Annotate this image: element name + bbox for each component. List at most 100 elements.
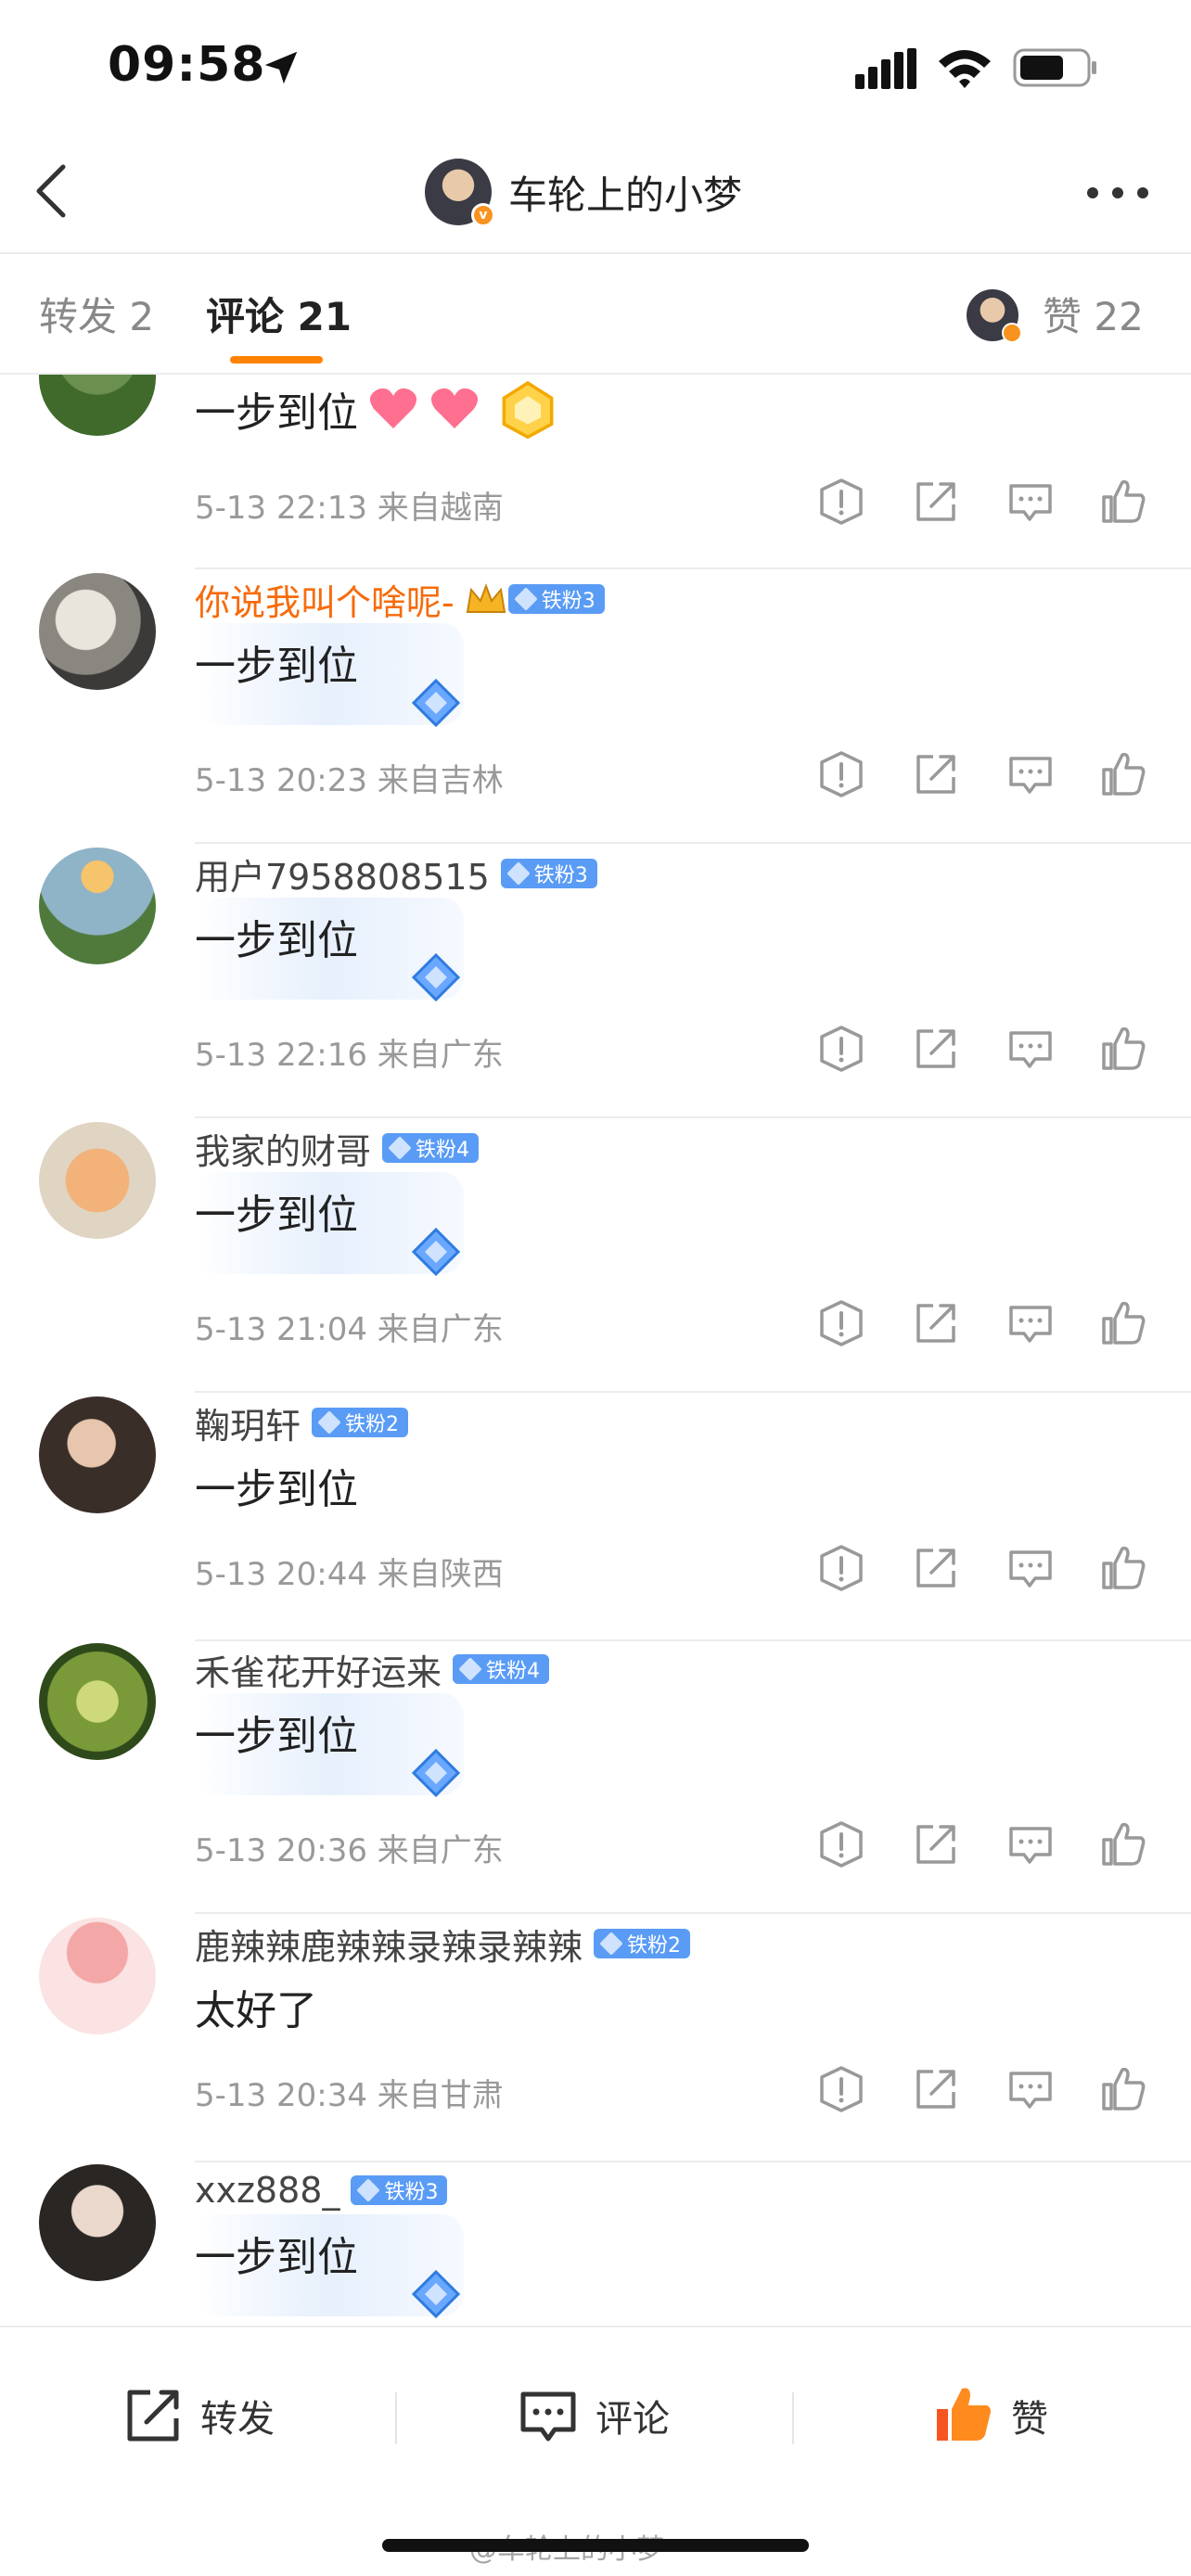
diamond-sticker-icon [411, 1748, 461, 1798]
comment-actions [816, 2064, 1150, 2120]
comment-list[interactable]: 一步到位 5-13 22:13 来自越南 你说我叫个啥呢- 铁粉3 一步到位 5… [0, 375, 1191, 2322]
diamond-icon [356, 2178, 381, 2202]
like-thumb-icon[interactable] [1098, 1024, 1148, 1074]
report-icon[interactable] [816, 749, 866, 799]
verified-badge-icon [1002, 323, 1022, 343]
report-icon[interactable] [816, 477, 866, 527]
like-thumb-icon[interactable] [1098, 1543, 1148, 1593]
divider [195, 842, 1191, 844]
reply-icon[interactable] [1005, 477, 1056, 527]
back-chevron-icon[interactable] [26, 161, 78, 221]
comment-header: 用户7958808515 铁粉3 [195, 848, 597, 899]
reply-icon[interactable] [1005, 1298, 1056, 1348]
home-indicator[interactable] [382, 2539, 809, 2552]
comment-username[interactable]: 我家的财哥 [195, 1123, 371, 1174]
diamond-sticker-icon [411, 678, 461, 728]
comment-header: 你说我叫个啥呢- 铁粉3 [195, 573, 605, 625]
reply-icon[interactable] [1005, 1543, 1056, 1593]
share-icon[interactable] [911, 477, 961, 527]
comment-username[interactable]: 你说我叫个啥呢- [195, 574, 455, 625]
share-icon[interactable] [911, 1543, 961, 1593]
repost-button[interactable]: 转发 [121, 2383, 275, 2448]
comment-username[interactable]: xxz888_ [195, 2170, 339, 2211]
share-icon[interactable] [911, 2064, 961, 2114]
comment-meta: 5-13 22:16 来自广东 [195, 1037, 504, 1074]
liker-avatar[interactable] [967, 289, 1022, 343]
like-thumb-icon[interactable] [1098, 2064, 1148, 2114]
page-title: 车轮上的小梦 [508, 172, 743, 218]
reply-icon[interactable] [1005, 1024, 1056, 1074]
comment-actions [816, 1298, 1150, 1354]
share-icon[interactable] [911, 749, 961, 799]
report-icon[interactable] [816, 1298, 866, 1348]
avatar[interactable] [39, 848, 156, 964]
share-icon[interactable] [911, 1819, 961, 1869]
avatar[interactable] [39, 1918, 156, 2034]
comment-icon [520, 2391, 576, 2442]
comment-content: 一步到位 [195, 632, 358, 692]
like-thumb-icon[interactable] [1098, 749, 1148, 799]
nav-title-group[interactable]: v 车轮上的小梦 [425, 156, 742, 228]
report-icon[interactable] [816, 1024, 866, 1074]
verified-badge-icon: v [471, 203, 495, 227]
report-icon[interactable] [816, 1543, 866, 1593]
heart-emoji-icon [430, 388, 479, 428]
fan-level-badge: 铁粉2 [594, 1929, 691, 1958]
like-thumb-icon[interactable] [1098, 477, 1148, 527]
diamond-sticker-icon [411, 952, 461, 1002]
comment-text: 一步到位 [195, 643, 358, 690]
avatar[interactable] [39, 1643, 156, 1760]
like-thumb-icon[interactable] [1098, 1819, 1148, 1869]
fan-level-badge: 铁粉3 [351, 2175, 448, 2205]
tab-like[interactable]: 赞 22 [1043, 286, 1144, 342]
comment-actions [816, 477, 1150, 532]
report-icon[interactable] [816, 2064, 866, 2114]
comment-text: 一步到位 [195, 1713, 358, 1760]
reply-icon[interactable] [1005, 1819, 1056, 1869]
avatar[interactable] [39, 375, 156, 436]
comment-text: 一步到位 [195, 917, 358, 964]
fan-level-badge: 铁粉4 [453, 1654, 550, 1684]
comment-content: 太好了 [195, 1977, 317, 2036]
report-icon[interactable] [816, 1819, 866, 1869]
avatar[interactable] [39, 1122, 156, 1239]
avatar[interactable] [39, 573, 156, 690]
like-button[interactable]: 赞 [931, 2383, 1048, 2448]
reply-icon[interactable] [1005, 2064, 1056, 2114]
like-thumb-icon[interactable] [1098, 1298, 1148, 1348]
fan-level-label: 铁粉3 [533, 864, 588, 887]
share-icon[interactable] [911, 1024, 961, 1074]
avatar[interactable] [39, 1396, 156, 1513]
reply-icon[interactable] [1005, 749, 1056, 799]
comment-text: 太好了 [195, 1987, 317, 2034]
like-filled-icon [937, 2388, 991, 2441]
comment-username[interactable]: 用户7958808515 [195, 848, 490, 899]
status-time: 09:58 [108, 37, 266, 93]
more-options-icon[interactable] [1085, 184, 1150, 202]
divider [395, 2392, 397, 2444]
diamond-sticker-icon [411, 2269, 461, 2319]
comment-actions [816, 1543, 1150, 1599]
divider [195, 1639, 1191, 1641]
comment-actions [816, 1024, 1150, 1079]
diamond-icon [513, 587, 538, 611]
avatar[interactable] [39, 2164, 156, 2281]
comment-button[interactable]: 评论 [516, 2383, 670, 2448]
crown-badge-icon [466, 583, 506, 613]
comment-header: 鞠玥轩 铁粉2 [195, 1396, 409, 1448]
diamond-icon [317, 1410, 341, 1435]
divider [195, 1116, 1191, 1118]
comment-username[interactable]: 禾雀花开好运来 [195, 1644, 442, 1695]
bottom-action-bar: 转发 评论 赞 @车轮上的小梦 [0, 2326, 1191, 2576]
comment-header: 我家的财哥 铁粉4 [195, 1122, 480, 1174]
comment-meta: 5-13 22:13 来自越南 [195, 490, 504, 527]
author-avatar[interactable]: v [425, 159, 495, 227]
share-icon[interactable] [911, 1298, 961, 1348]
comment-meta: 5-13 20:44 来自陕西 [195, 1556, 504, 1593]
comment-text: 一步到位 [195, 1466, 358, 1513]
comment-username[interactable]: 鹿辣辣鹿辣辣录辣录辣辣 [195, 1919, 583, 1970]
comment-content: 一步到位 [195, 1456, 358, 1515]
tab-repost[interactable]: 转发 2 [39, 286, 154, 342]
diamond-icon [599, 1932, 623, 1956]
comment-username[interactable]: 鞠玥轩 [195, 1397, 301, 1448]
